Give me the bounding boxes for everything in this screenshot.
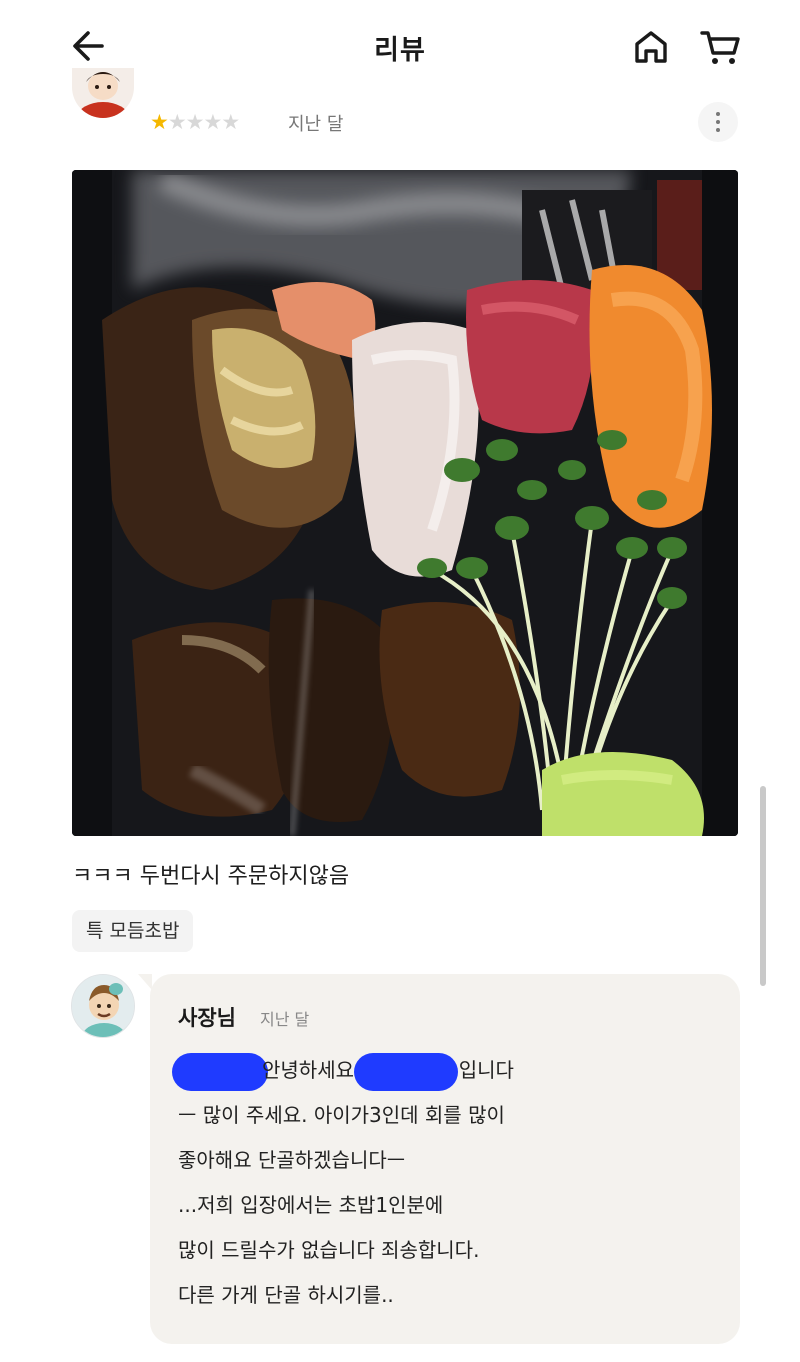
reply-line: 많이 드릴수가 없습니다 죄송합니다. [178,1238,480,1262]
star-icon: ★ [203,110,222,134]
review-text: ㅋㅋㅋ 두번다시 주문하지않음 [72,864,350,889]
redaction-mark [354,1052,458,1091]
scrollbar[interactable] [760,786,766,986]
star-icon: ★ [185,110,205,134]
cart-icon [700,31,740,64]
reply-line: 안녕하세요 입니다 [172,1048,718,1093]
reply-line: ...저희 입장에서는 초밥1인분에 [178,1193,444,1217]
home-button[interactable] [630,26,672,68]
review-photo[interactable] [72,170,738,836]
owner-name: 사장님 [178,1006,236,1030]
owner-avatar [71,974,135,1038]
reply-line: ㅡ 많이 주세요. 아이가3인데 회를 많이 [178,1103,505,1127]
page-title: 리뷰 [374,35,426,66]
redaction-mark [172,1052,268,1091]
reply-line: 좋아해요 단골하겠습니다ㅡ [178,1148,406,1172]
more-vertical-icon [716,112,720,116]
star-icon: ★ [167,110,187,134]
home-icon [635,31,667,63]
star-rating: ★★★★★ [150,110,240,134]
review-date: 지난 달 [288,114,344,135]
owner-reply-date: 지난 달 [260,1010,310,1029]
review-header: ★★★★★ 지난 달 [0,68,800,158]
star-icon: ★ [221,110,240,134]
ordered-menu-chip[interactable]: 특 모듬초밥 [72,910,194,952]
owner-reply-bubble: 사장님 지난 달 안녕하세요 입니다 ㅡ 많이 주세요. 아이가3인데 회를 많… [138,974,740,1344]
cart-button[interactable] [698,26,744,68]
owner-reply-text: 안녕하세요 입니다 ㅡ 많이 주세요. 아이가3인데 회를 많이 좋아해요 단골… [172,1048,718,1318]
star-icon: ★ [150,110,169,134]
reply-line: 다른 가게 단골 하시기를.. [178,1283,394,1307]
more-options-button[interactable] [698,102,738,142]
reviewer-avatar[interactable] [72,68,134,118]
